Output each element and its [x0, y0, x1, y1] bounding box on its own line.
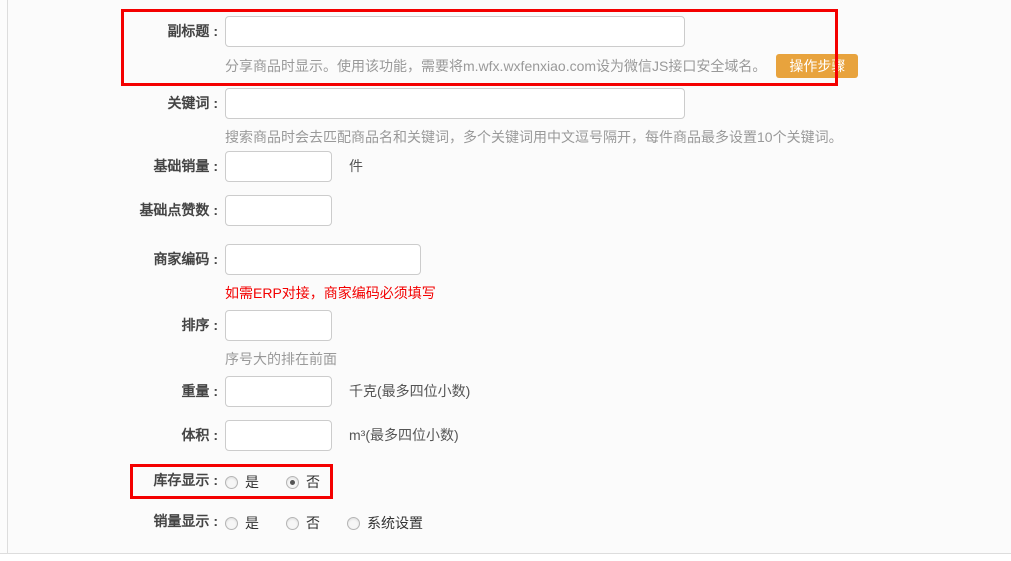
merchant-code-error-hint: 如需ERP对接，商家编码必须填写: [225, 283, 436, 303]
merchant-code-label: 商家编码 :: [8, 244, 218, 275]
base-sales-unit: 件: [349, 151, 363, 182]
base-sales-input[interactable]: [225, 151, 332, 182]
form-row-subtitle: 副标题 : 分享商品时显示。使用该功能，需要将m.wfx.wxfenxiao.c…: [8, 16, 858, 78]
stock-display-option-yes[interactable]: 是: [225, 472, 259, 492]
keywords-hint: 搜索商品时会去匹配商品名和关键词，多个关键词用中文逗号隔开，每件商品最多设置10…: [225, 127, 843, 147]
weight-label: 重量 :: [8, 376, 218, 407]
base-likes-input[interactable]: [225, 195, 332, 226]
base-likes-label: 基础点赞数 :: [8, 195, 218, 226]
stock-display-label: 库存显示 :: [8, 472, 218, 489]
sales-display-option-system-label: 系统设置: [367, 513, 423, 533]
stock-display-option-no-label: 否: [306, 472, 320, 492]
subtitle-input[interactable]: [225, 16, 685, 47]
sales-display-option-yes-label: 是: [245, 513, 259, 533]
form-row-sales-display: 销量显示 : 是 否 系统设置: [8, 513, 450, 533]
radio-unchecked-icon[interactable]: [347, 517, 360, 530]
sort-hint: 序号大的排在前面: [225, 349, 337, 369]
form-row-weight: 重量 : 千克(最多四位小数): [8, 376, 470, 407]
subtitle-label: 副标题 :: [8, 16, 218, 47]
radio-unchecked-icon[interactable]: [225, 517, 238, 530]
sales-display-option-no[interactable]: 否: [286, 513, 320, 533]
sales-display-option-system[interactable]: 系统设置: [347, 513, 423, 533]
weight-input[interactable]: [225, 376, 332, 407]
radio-checked-icon[interactable]: [286, 476, 299, 489]
form-row-stock-display: 库存显示 : 是 否: [8, 472, 347, 492]
volume-unit: m³(最多四位小数): [349, 420, 459, 451]
form-row-base-sales: 基础销量 : 件: [8, 151, 363, 182]
sort-label: 排序 :: [8, 310, 218, 341]
radio-unchecked-icon[interactable]: [286, 517, 299, 530]
panel-bottom-border: [0, 553, 1011, 554]
weight-unit: 千克(最多四位小数): [349, 376, 470, 407]
page-left-margin: [0, 0, 8, 554]
product-edit-page: 副标题 : 分享商品时显示。使用该功能，需要将m.wfx.wxfenxiao.c…: [0, 0, 1011, 561]
sales-display-option-yes[interactable]: 是: [225, 513, 259, 533]
radio-unchecked-icon[interactable]: [225, 476, 238, 489]
form-row-volume: 体积 : m³(最多四位小数): [8, 420, 459, 451]
form-panel: 副标题 : 分享商品时显示。使用该功能，需要将m.wfx.wxfenxiao.c…: [8, 0, 1011, 554]
subtitle-hint: 分享商品时显示。使用该功能，需要将m.wfx.wxfenxiao.com设为微信…: [225, 56, 766, 76]
merchant-code-input[interactable]: [225, 244, 421, 275]
sales-display-label: 销量显示 :: [8, 513, 218, 530]
keywords-input[interactable]: [225, 88, 685, 119]
form-row-sort: 排序 : 序号大的排在前面: [8, 310, 337, 369]
stock-display-option-no[interactable]: 否: [286, 472, 320, 492]
keywords-label: 关键词 :: [8, 88, 218, 119]
volume-input[interactable]: [225, 420, 332, 451]
volume-label: 体积 :: [8, 420, 218, 451]
form-row-keywords: 关键词 : 搜索商品时会去匹配商品名和关键词，多个关键词用中文逗号隔开，每件商品…: [8, 88, 843, 147]
operation-steps-button[interactable]: 操作步骤: [776, 54, 858, 78]
form-row-base-likes: 基础点赞数 :: [8, 195, 332, 226]
base-sales-label: 基础销量 :: [8, 151, 218, 182]
stock-display-option-yes-label: 是: [245, 472, 259, 492]
form-row-merchant-code: 商家编码 : 如需ERP对接，商家编码必须填写: [8, 244, 436, 303]
sort-input[interactable]: [225, 310, 332, 341]
sales-display-option-no-label: 否: [306, 513, 320, 533]
